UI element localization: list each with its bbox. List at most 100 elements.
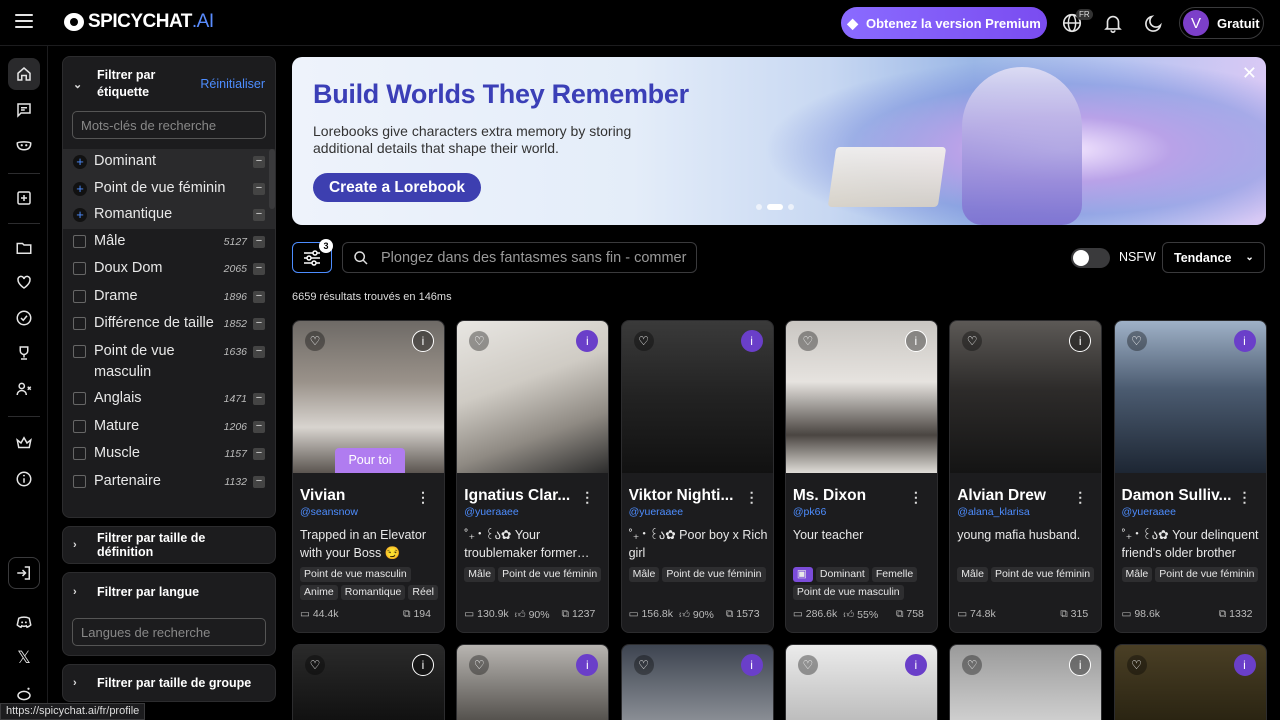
more-options-icon[interactable]: ⋮ bbox=[580, 489, 594, 506]
character-name[interactable]: Vivian bbox=[300, 487, 418, 505]
trophy-icon[interactable] bbox=[8, 337, 40, 369]
exclude-tag-icon[interactable]: − bbox=[253, 420, 265, 433]
character-tag[interactable]: Point de vue féminin bbox=[990, 567, 1095, 582]
carousel-dot[interactable] bbox=[788, 204, 794, 210]
info-icon[interactable] bbox=[8, 463, 40, 495]
tag-filter-header[interactable]: ⌄ Filtrer par étiquette Réinitialiser bbox=[63, 57, 275, 111]
character-card[interactable]: ♡ i Ms. Dixon ⋮ @pk66 Your teacher ▣ Dominant Fe… bbox=[784, 320, 938, 633]
tag-item[interactable]: Doux Dom 2065− bbox=[63, 256, 275, 284]
more-options-icon[interactable]: ⋮ bbox=[416, 489, 430, 506]
tag-item[interactable]: Drame 1896− bbox=[63, 284, 275, 312]
folder-icon[interactable] bbox=[8, 232, 40, 264]
creator-handle[interactable]: @seansnow bbox=[300, 506, 358, 518]
character-card[interactable]: ♡ i Viktor Nighti... ⋮ @yueraaee ˚₊‧꒰ა✿ Poor … bbox=[620, 320, 774, 633]
creator-handle[interactable]: @pk66 bbox=[793, 506, 826, 518]
creator-handle[interactable]: @yueraaee bbox=[1122, 506, 1176, 518]
character-name[interactable]: Alvian Drew bbox=[957, 487, 1075, 505]
character-tag[interactable]: Femelle bbox=[871, 567, 918, 582]
character-card[interactable]: ♡ i Pour toi Vivian ⋮ @seansnow Trapped in an … bbox=[292, 320, 445, 633]
exclude-tag-icon[interactable]: − bbox=[253, 209, 265, 221]
nsfw-toggle[interactable] bbox=[1071, 248, 1110, 268]
character-tag[interactable]: Mâle bbox=[464, 567, 496, 582]
tag-checkbox[interactable] bbox=[73, 447, 86, 460]
character-card[interactable]: ♡ i bbox=[1113, 644, 1267, 720]
tag-checkbox[interactable] bbox=[73, 392, 86, 405]
tag-checkbox[interactable] bbox=[73, 289, 86, 303]
character-tag[interactable]: Point de vue féminin bbox=[498, 567, 602, 582]
character-card[interactable]: ♡ i bbox=[784, 644, 938, 720]
character-name[interactable]: Damon Sulliv... bbox=[1122, 487, 1240, 505]
tag-item[interactable]: Partenaire 1132− bbox=[63, 469, 275, 497]
crown-icon[interactable] bbox=[8, 427, 40, 459]
heart-icon[interactable]: ♡ bbox=[1126, 331, 1147, 351]
heart-icon[interactable]: ♡ bbox=[633, 331, 654, 351]
character-card[interactable]: ♡ i bbox=[620, 644, 774, 720]
character-card[interactable]: ♡ i Damon Sulliv... ⋮ @yueraaee ˚₊‧꒰ა✿ Your d… bbox=[1113, 320, 1267, 633]
info-icon[interactable]: i bbox=[904, 654, 927, 676]
tag-checkbox[interactable] bbox=[73, 344, 86, 358]
bell-icon[interactable] bbox=[1102, 12, 1124, 34]
tag-item[interactable]: Point de vue masculin 1636− bbox=[63, 339, 275, 387]
exclude-tag-icon[interactable]: − bbox=[253, 475, 265, 488]
character-tag[interactable]: Anime bbox=[300, 585, 338, 600]
scrollbar-thumb[interactable] bbox=[269, 149, 275, 209]
tag-checkbox[interactable] bbox=[73, 234, 86, 248]
heart-icon[interactable]: ♡ bbox=[633, 655, 654, 675]
info-icon[interactable]: i bbox=[412, 654, 434, 676]
exclude-tag-icon[interactable]: − bbox=[253, 235, 265, 248]
character-card[interactable]: ♡ i Ignatius Clar... ⋮ @yueraaee ˚₊‧꒰ა✿ Your … bbox=[456, 320, 610, 633]
create-lorebook-button[interactable]: Create a Lorebook bbox=[313, 173, 481, 202]
character-name[interactable]: Ms. Dixon bbox=[793, 487, 911, 505]
tag-item[interactable]: Mâle 5127− bbox=[63, 229, 275, 257]
character-tag[interactable]: Romantique bbox=[340, 585, 406, 600]
carousel-dot-active[interactable] bbox=[767, 204, 783, 210]
discord-icon[interactable] bbox=[8, 606, 40, 638]
character-card[interactable]: ♡ i Alvian Drew ⋮ @alana_klarisa young mafia … bbox=[949, 320, 1103, 633]
tag-checkbox[interactable] bbox=[73, 262, 86, 275]
character-tag[interactable]: Mâle bbox=[957, 567, 988, 582]
heart-icon[interactable]: ♡ bbox=[797, 331, 818, 351]
heart-icon[interactable] bbox=[8, 266, 40, 298]
character-tag[interactable]: Réel bbox=[408, 585, 438, 600]
badge-check-icon[interactable] bbox=[8, 302, 40, 334]
user-block-icon[interactable] bbox=[8, 373, 40, 405]
language-search-input[interactable]: Langues de recherche bbox=[72, 618, 266, 646]
selected-tag-item[interactable]: + Dominant − bbox=[63, 149, 275, 176]
character-tag[interactable]: Mâle bbox=[628, 567, 660, 582]
premium-button[interactable]: ◆ Obtenez la version Premium bbox=[841, 7, 1047, 39]
chat-icon[interactable] bbox=[8, 94, 40, 126]
creator-handle[interactable]: @yueraaee bbox=[629, 506, 683, 518]
tag-item[interactable]: Différence de taille 1852− bbox=[63, 311, 275, 339]
tag-list[interactable]: + Dominant − + Point de vue féminin − + Romanti… bbox=[63, 149, 275, 503]
info-icon[interactable]: i bbox=[740, 330, 763, 352]
info-icon[interactable]: i bbox=[1233, 330, 1256, 352]
close-icon[interactable]: ✕ bbox=[1242, 63, 1257, 84]
character-tag[interactable]: Point de vue masculin bbox=[792, 585, 904, 600]
exclude-tag-icon[interactable]: − bbox=[253, 448, 265, 460]
sort-dropdown[interactable]: Tendance ⌄ bbox=[1162, 242, 1265, 273]
reset-button[interactable]: Réinitialiser bbox=[200, 77, 265, 91]
selected-tag-item[interactable]: + Point de vue féminin − bbox=[63, 175, 275, 202]
user-menu-button[interactable]: V Gratuit bbox=[1179, 7, 1264, 39]
tag-item[interactable]: Mature 1206− bbox=[63, 414, 275, 442]
exclude-tag-icon[interactable]: − bbox=[253, 263, 265, 275]
character-name[interactable]: Ignatius Clar... bbox=[464, 487, 582, 505]
selected-tag-item[interactable]: + Romantique − bbox=[63, 202, 275, 229]
heart-icon[interactable]: ♡ bbox=[305, 655, 325, 675]
info-icon[interactable]: i bbox=[412, 330, 434, 352]
character-search-input[interactable]: Plongez dans des fantasmes sans fin - co… bbox=[342, 242, 697, 273]
info-icon[interactable]: i bbox=[1233, 654, 1256, 676]
exclude-tag-icon[interactable]: − bbox=[253, 393, 265, 405]
info-icon[interactable]: i bbox=[904, 330, 927, 352]
group-size-filter[interactable]: › Filtrer par taille de groupe bbox=[62, 664, 276, 702]
exclude-tag-icon[interactable]: − bbox=[253, 318, 265, 330]
carousel-dot[interactable] bbox=[756, 204, 762, 210]
character-tag[interactable]: Mâle bbox=[1121, 567, 1153, 582]
tag-item[interactable]: Muscle 1157− bbox=[63, 441, 275, 469]
moon-icon[interactable] bbox=[1143, 12, 1165, 34]
exclude-tag-icon[interactable]: − bbox=[253, 182, 265, 195]
character-tag[interactable]: Dominant bbox=[815, 567, 869, 582]
creator-handle[interactable]: @alana_klarisa bbox=[957, 506, 1030, 518]
more-options-icon[interactable]: ⋮ bbox=[1238, 489, 1252, 506]
tag-list-scrollbar[interactable] bbox=[269, 149, 275, 503]
